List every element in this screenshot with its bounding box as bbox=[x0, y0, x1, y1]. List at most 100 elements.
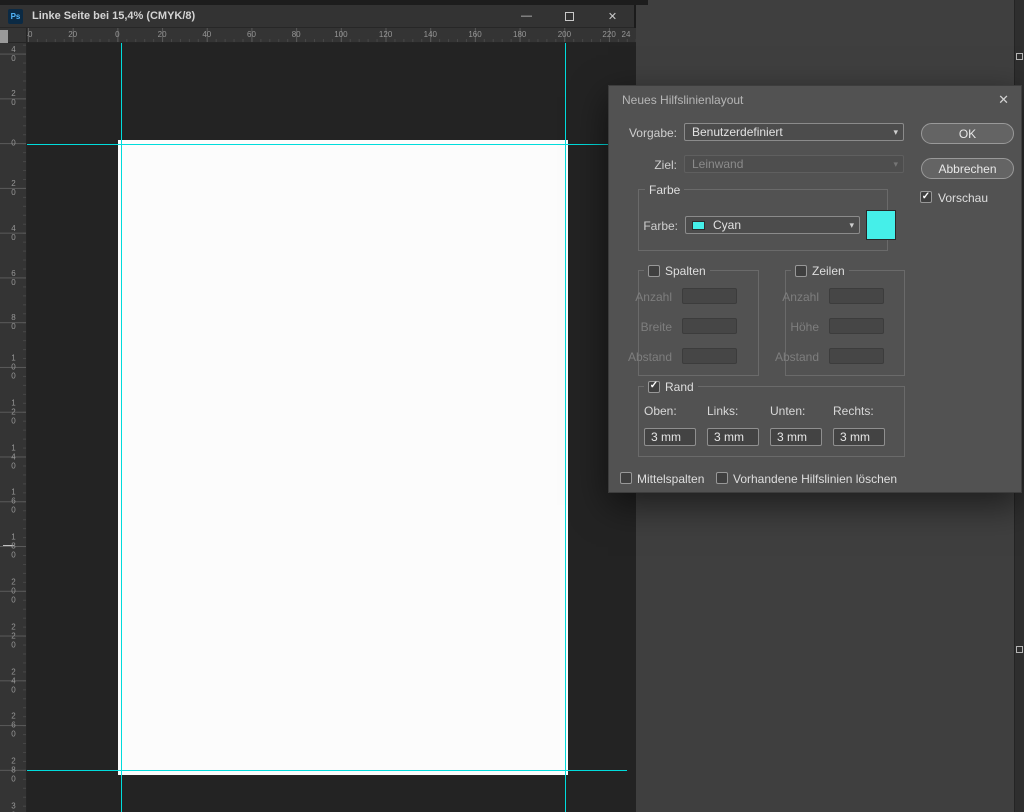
dialog-title: Neues Hilfslinienlayout bbox=[622, 93, 743, 107]
rows-gutter-label: Abstand bbox=[775, 350, 819, 364]
rows-count-label: Anzahl bbox=[782, 290, 819, 304]
maximize-icon bbox=[565, 12, 574, 21]
target-dropdown: Leinwand ▾ bbox=[684, 155, 904, 173]
ruler-label: 300 bbox=[9, 801, 18, 812]
ruler-label: 20 bbox=[68, 30, 77, 39]
ruler-label: 60 bbox=[247, 30, 256, 39]
margin-bottom-label: Unten: bbox=[770, 404, 805, 418]
ruler-label: 260 bbox=[9, 712, 18, 739]
ruler-label: 0 bbox=[9, 139, 18, 148]
margin-checkbox[interactable]: ✓ bbox=[648, 381, 660, 393]
preset-dropdown[interactable]: Benutzerdefiniert ▾ bbox=[684, 123, 904, 141]
ruler-label: 200 bbox=[9, 578, 18, 605]
ruler-label: 80 bbox=[292, 30, 301, 39]
ruler-label: 40 bbox=[202, 30, 211, 39]
document-titlebar[interactable]: Ps Linke Seite bei 15,4% (CMYK/8) — ✕ bbox=[0, 5, 634, 28]
ruler-label: 100 bbox=[334, 30, 347, 39]
ruler-label: 240 bbox=[9, 667, 18, 694]
rows-group-legend: Zeilen bbox=[812, 264, 845, 278]
columns-gutter-field bbox=[682, 348, 737, 364]
columns-width-field bbox=[682, 318, 737, 334]
chevron-down-icon: ▾ bbox=[893, 159, 898, 170]
ruler-label: 160 bbox=[468, 30, 481, 39]
ruler-label: 220 bbox=[9, 622, 18, 649]
color-swatch-button[interactable] bbox=[866, 210, 896, 240]
columns-count-field bbox=[682, 288, 737, 304]
canvas-area[interactable] bbox=[27, 43, 636, 812]
margin-left-field[interactable] bbox=[707, 428, 759, 446]
window-controls: — ✕ bbox=[505, 5, 634, 27]
ruler-label: 40 bbox=[9, 45, 18, 63]
collapsed-panel-icon[interactable] bbox=[1016, 53, 1023, 60]
rows-height-field bbox=[829, 318, 884, 334]
ruler-label: 180 bbox=[9, 533, 18, 560]
ruler-origin[interactable] bbox=[0, 30, 8, 43]
center-columns-checkbox[interactable]: ✓ bbox=[620, 472, 632, 484]
chevron-down-icon: ▾ bbox=[849, 220, 854, 231]
ruler-label: 100 bbox=[9, 354, 18, 381]
dialog-close-button[interactable]: ✕ bbox=[998, 92, 1009, 108]
ok-button[interactable]: OK bbox=[921, 123, 1014, 144]
margin-top-field[interactable] bbox=[644, 428, 696, 446]
color-dropdown[interactable]: Cyan ▾ bbox=[685, 216, 860, 234]
ruler-label: 20 bbox=[9, 179, 18, 197]
target-value: Leinwand bbox=[692, 157, 893, 171]
margin-bottom-field[interactable] bbox=[770, 428, 822, 446]
preset-label: Vorgabe: bbox=[629, 126, 677, 140]
ruler-label: 120 bbox=[379, 30, 392, 39]
ruler-label: 140 bbox=[424, 30, 437, 39]
guide-horizontal-top bbox=[27, 144, 627, 145]
check-icon: ✓ bbox=[922, 192, 930, 202]
preset-value: Benutzerdefiniert bbox=[692, 125, 893, 139]
columns-group-legend: Spalten bbox=[665, 264, 706, 278]
chevron-down-icon: ▾ bbox=[893, 127, 898, 138]
color-value: Cyan bbox=[713, 218, 849, 232]
maximize-button[interactable] bbox=[548, 5, 591, 27]
rows-count-field bbox=[829, 288, 884, 304]
ruler-label: 280 bbox=[9, 757, 18, 784]
ruler-label: 20 bbox=[158, 30, 167, 39]
minimize-button[interactable]: — bbox=[505, 5, 548, 27]
margin-right-label: Rechts: bbox=[833, 404, 874, 418]
dialog-titlebar[interactable]: Neues Hilfslinienlayout ✕ bbox=[609, 86, 1021, 112]
target-label: Ziel: bbox=[654, 158, 677, 172]
photoshop-icon: Ps bbox=[8, 9, 23, 24]
rows-height-label: Höhe bbox=[790, 320, 819, 334]
margin-group-legend: Rand bbox=[665, 380, 694, 394]
ruler-label: 200 bbox=[558, 30, 571, 39]
preview-label: Vorschau bbox=[938, 191, 988, 205]
ruler-label: 120 bbox=[9, 398, 18, 425]
horizontal-ruler[interactable]: 402002040608010012014016018020022024 bbox=[27, 28, 636, 43]
margin-right-field[interactable] bbox=[833, 428, 885, 446]
center-columns-label: Mittelspalten bbox=[637, 472, 704, 486]
clear-existing-checkbox[interactable]: ✓ bbox=[716, 472, 728, 484]
check-icon: ✓ bbox=[650, 381, 658, 391]
vertical-ruler[interactable]: 4020020406080100120140160180200220240260… bbox=[0, 43, 27, 812]
ruler-label: 40 bbox=[27, 30, 32, 39]
ruler-label: 180 bbox=[513, 30, 526, 39]
columns-checkbox[interactable]: ✓ bbox=[648, 265, 660, 277]
margin-group: ✓ Rand Oben: Links: Unten: Rechts: bbox=[638, 386, 905, 457]
document-page[interactable] bbox=[118, 140, 568, 775]
columns-group: ✓ Spalten Anzahl Breite Abstand bbox=[638, 270, 759, 376]
ruler-label: 160 bbox=[9, 488, 18, 515]
ruler-label: 60 bbox=[9, 269, 18, 287]
ruler-label: 220 bbox=[602, 30, 615, 39]
close-icon: ✕ bbox=[608, 10, 617, 23]
color-group-legend: Farbe bbox=[649, 183, 680, 197]
collapsed-panel-icon[interactable] bbox=[1016, 646, 1023, 653]
close-button[interactable]: ✕ bbox=[591, 5, 634, 27]
cancel-button[interactable]: Abbrechen bbox=[921, 158, 1014, 179]
rows-checkbox[interactable]: ✓ bbox=[795, 265, 807, 277]
color-swatch-small bbox=[692, 221, 705, 230]
window-title: Linke Seite bei 15,4% (CMYK/8) bbox=[32, 10, 195, 22]
rows-group: ✓ Zeilen Anzahl Höhe Abstand bbox=[785, 270, 905, 376]
margin-top-label: Oben: bbox=[644, 404, 677, 418]
preview-checkbox[interactable]: ✓ bbox=[920, 191, 932, 203]
minimize-icon: — bbox=[521, 10, 532, 22]
ruler-label: 140 bbox=[9, 443, 18, 470]
ruler-label: 0 bbox=[115, 30, 119, 39]
ruler-label: 24 bbox=[622, 30, 631, 39]
columns-count-label: Anzahl bbox=[635, 290, 672, 304]
rows-gutter-field bbox=[829, 348, 884, 364]
